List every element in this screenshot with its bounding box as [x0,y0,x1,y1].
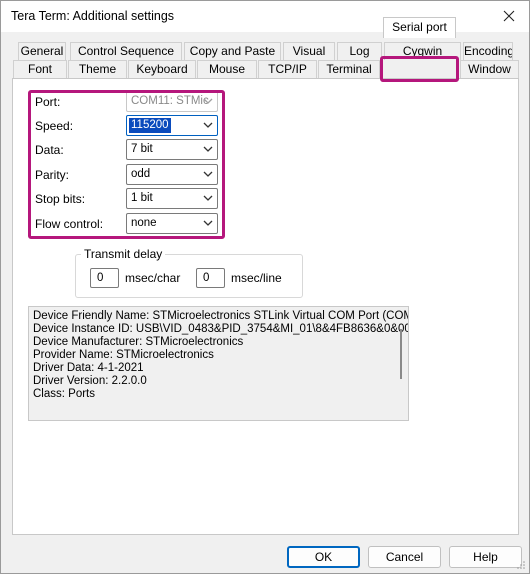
tab-copy-and-paste[interactable]: Copy and Paste [184,42,281,60]
data-bits-select[interactable]: 7 bit [126,139,218,160]
info-line: Class: Ports [33,388,95,400]
parity-value: odd [131,168,151,180]
tab-log[interactable]: Log [337,42,382,60]
stop-bits-label: Stop bits: [35,192,86,206]
tab-keyboard[interactable]: Keyboard [128,60,196,78]
flow-control-value: none [131,217,157,229]
tab-theme[interactable]: Theme [68,60,127,78]
dialog-window: Tera Term: Additional settings General C… [0,0,530,574]
tab-general[interactable]: General [18,42,66,60]
info-line: Provider Name: STMicroelectronics [33,349,214,361]
speed-select[interactable]: 115200 [126,115,218,136]
info-line: Device Manufacturer: STMicroelectronics [33,336,244,348]
msec-line-label: msec/line [231,271,282,285]
parity-label: Parity: [35,168,70,182]
chevron-down-icon [203,122,213,128]
chevron-down-icon [203,171,213,177]
chevron-down-icon [203,98,213,104]
port-select[interactable]: COM11: STMic [126,91,218,112]
device-info-box[interactable]: Device Friendly Name: STMicroelectronics… [28,306,409,421]
info-line: Driver Data: 4-1-2021 [33,362,144,374]
chevron-down-icon [203,195,213,201]
info-line: Device Instance ID: USB\VID_0483&PID_375… [33,323,409,335]
tab-mouse[interactable]: Mouse [197,60,257,78]
speed-value: 115200 [129,118,171,133]
vertical-scrollbar[interactable] [400,329,402,379]
close-button[interactable] [495,3,523,29]
close-icon [503,10,515,22]
msec-char-label: msec/char [125,271,181,285]
chevron-down-icon [203,220,213,226]
tab-visual[interactable]: Visual [283,42,335,60]
cancel-button[interactable]: Cancel [368,546,441,568]
port-value: COM11: STMic [131,95,209,107]
speed-label: Speed: [35,119,74,133]
stop-bits-value: 1 bit [131,192,153,204]
tab-terminal[interactable]: Terminal [318,60,380,78]
info-line: Driver Version: 2.2.0.0 [33,375,147,387]
tab-cygwin[interactable]: Cygwin [384,42,461,60]
port-label: Port: [35,95,61,109]
ok-button[interactable]: OK [287,546,360,568]
tab-tcpip[interactable]: TCP/IP [258,60,317,78]
msec-line-input[interactable]: 0 [196,268,225,288]
info-line: Device Friendly Name: STMicroelectronics… [33,310,409,322]
help-button[interactable]: Help [449,546,522,568]
stop-bits-select[interactable]: 1 bit [126,188,218,209]
tab-encoding[interactable]: Encoding [463,42,513,60]
tab-font[interactable]: Font [13,60,67,78]
tab-control-sequence[interactable]: Control Sequence [70,42,182,60]
data-label: Data: [35,143,64,157]
tab-window[interactable]: Window [460,60,519,78]
flow-control-select[interactable]: none [126,213,218,234]
chevron-down-icon [203,146,213,152]
tab-serial-port[interactable]: Serial port [383,17,456,38]
transmit-delay-title: Transmit delay [81,247,166,261]
data-value: 7 bit [131,143,153,155]
window-title: Tera Term: Additional settings [11,9,175,23]
msec-char-input[interactable]: 0 [90,268,119,288]
flow-control-label: Flow control: [35,217,104,231]
resize-grip-icon[interactable] [516,560,526,570]
parity-select[interactable]: odd [126,164,218,185]
